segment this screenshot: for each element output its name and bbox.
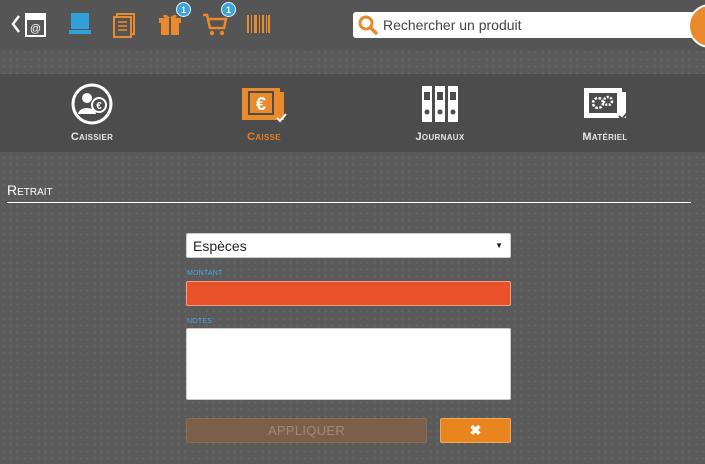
tab-label: Matériel xyxy=(582,131,628,143)
back-shop-button[interactable]: @ xyxy=(10,8,50,40)
binders-icon xyxy=(422,86,458,122)
payment-method-value: Espèces xyxy=(193,237,247,254)
section-divider xyxy=(7,202,691,203)
user-avatar[interactable] xyxy=(688,4,705,48)
documents-button[interactable] xyxy=(110,8,140,40)
laptop-button[interactable] xyxy=(65,8,95,40)
tab-label: Caisse xyxy=(247,131,281,143)
tab-label: Journaux xyxy=(415,131,465,143)
section-title: Retrait xyxy=(7,182,53,198)
tab-label: Caissier xyxy=(70,131,114,143)
svg-text:€: € xyxy=(256,94,266,114)
apply-button[interactable]: APPLIQUER xyxy=(186,418,427,443)
cashier-euro-icon: € xyxy=(71,83,113,125)
payment-method-select[interactable]: Espèces ▼ xyxy=(186,233,511,258)
category-tabs: € Caissier € Caisse Journaux Matériel xyxy=(0,74,705,152)
cart-button[interactable]: 1 xyxy=(200,2,236,40)
gift-count-badge: 1 xyxy=(176,2,191,17)
tab-materiel[interactable]: Matériel xyxy=(517,74,693,152)
notes-textarea[interactable] xyxy=(186,328,511,400)
shop-icon: @ xyxy=(11,13,46,37)
notes-label: NOTES xyxy=(187,318,213,325)
top-toolbar: @ 1 1 xyxy=(0,0,705,50)
apply-button-label: APPLIQUER xyxy=(267,423,346,438)
barcode-button[interactable] xyxy=(243,8,273,40)
dropdown-arrow-icon: ▼ xyxy=(495,241,503,250)
amount-label: MONTANT xyxy=(187,270,223,277)
search-icon xyxy=(358,15,378,35)
svg-text:€: € xyxy=(96,101,102,112)
amount-input[interactable] xyxy=(186,281,511,306)
tab-caissier[interactable]: € Caissier xyxy=(4,74,180,152)
gift-button[interactable]: 1 xyxy=(155,2,191,40)
document-icon xyxy=(113,13,135,38)
hardware-gears-icon xyxy=(584,88,629,121)
cancel-button[interactable]: ✖ xyxy=(440,418,511,443)
search-bar[interactable] xyxy=(353,12,698,38)
svg-text:@: @ xyxy=(30,23,41,35)
search-input[interactable] xyxy=(383,14,683,36)
tab-journaux[interactable]: Journaux xyxy=(352,74,528,152)
laptop-icon xyxy=(69,13,91,34)
barcode-icon xyxy=(247,15,270,33)
tab-caisse[interactable]: € Caisse xyxy=(176,74,352,152)
cart-count-badge: 1 xyxy=(221,2,236,17)
cash-register-euro-icon: € xyxy=(242,88,287,123)
close-icon: ✖ xyxy=(469,422,482,438)
